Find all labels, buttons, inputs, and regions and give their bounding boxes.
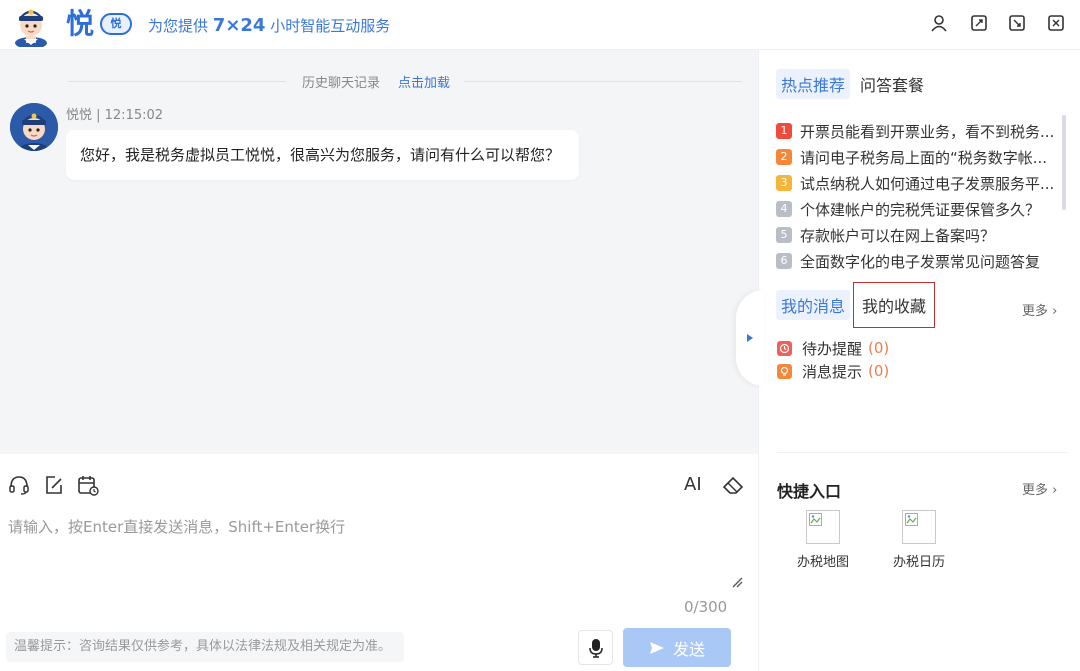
rank-badge: 5 <box>776 227 792 243</box>
minimize-icon[interactable] <box>1006 12 1028 34</box>
tax-map-label: 办税地图 <box>796 555 849 570</box>
ai-button[interactable]: AI <box>684 473 708 497</box>
tax-calendar-label: 办税日历 <box>892 555 945 570</box>
rank-badge: 6 <box>776 253 792 269</box>
hot-item-text: 存款帐户可以在网上备案吗？ <box>800 226 996 245</box>
tab-qa-package[interactable]: 问答套餐 <box>855 69 929 99</box>
tab-my-favorites[interactable]: 我的收藏 <box>853 282 936 328</box>
hot-item-text: 全面数字化的电子发票常见问题答复 <box>800 252 1041 271</box>
eraser-icon[interactable] <box>720 473 744 497</box>
caret-right-icon <box>747 334 753 342</box>
todo-reminder-label: 待办提醒 <box>802 339 863 358</box>
hot-item-text: 个体建帐户的完税凭证要保管多久？ <box>800 200 1041 219</box>
broken-image-icon <box>902 510 936 544</box>
right-sidebar: 热点推荐 问答套餐 1 开票员能看到开票业务，看不到税务... 2 请问电子税务… <box>758 50 1080 671</box>
message-notice-item[interactable]: 消息提示 (0) <box>777 361 889 381</box>
message-meta: 悦悦 | 12:15:02 <box>66 108 164 123</box>
char-counter: 0/300 <box>684 598 728 616</box>
tagline-hours: 7×24 <box>212 15 266 36</box>
list-item[interactable]: 2 请问电子税务局上面的“税务数字帐... <box>776 144 1056 170</box>
tagline: 为您提供 7×24 小时智能互动服务 <box>148 15 390 37</box>
messages-more-link[interactable]: 更多 › <box>1022 300 1057 319</box>
assistant-avatar <box>10 3 52 49</box>
hot-item-text: 试点纳税人如何通过电子发票服务平... <box>800 174 1055 193</box>
quick-entry-title: 快捷入口 <box>777 482 842 501</box>
chat-area: 历史聊天记录 点击加载 悦悦 | 12:15:02 您好，我是税务虚拟员工悦悦，… <box>0 50 758 454</box>
sidebar-collapse-toggle[interactable] <box>736 290 764 386</box>
expand-icon[interactable] <box>968 12 990 34</box>
bulb-icon <box>777 363 792 379</box>
send-label: 发送 <box>672 639 705 659</box>
tab-hot-recommend[interactable]: 热点推荐 <box>776 69 851 99</box>
edit-icon[interactable] <box>42 473 66 497</box>
logo-badge: 悦 <box>100 13 132 35</box>
message-notice-count: (0) <box>868 362 890 380</box>
section-divider <box>777 452 1067 453</box>
tax-map-shortcut[interactable]: 办税地图 <box>793 510 853 570</box>
history-line-left <box>68 81 286 82</box>
message-input[interactable]: 请输入，按Enter直接发送消息，Shift+Enter换行 <box>8 516 345 537</box>
load-history-link[interactable]: 点击加载 <box>398 72 450 91</box>
tagline-suffix: 小时智能互动服务 <box>270 17 391 35</box>
tax-calendar-shortcut[interactable]: 办税日历 <box>889 510 949 570</box>
hot-item-text: 开票员能看到开票业务，看不到税务... <box>800 122 1055 141</box>
rank-badge: 2 <box>776 149 792 165</box>
list-item[interactable]: 3 试点纳税人如何通过电子发票服务平... <box>776 170 1056 196</box>
clock-icon <box>777 340 792 356</box>
headset-icon[interactable] <box>7 473 31 497</box>
message-bubble: 您好，我是税务虚拟员工悦悦，很高兴为您服务，请问有什么可以帮您？ <box>66 130 579 180</box>
rank-badge: 1 <box>776 123 792 139</box>
close-icon[interactable] <box>1045 12 1067 34</box>
user-icon[interactable] <box>928 12 950 34</box>
tab-my-messages[interactable]: 我的消息 <box>776 290 851 320</box>
resize-handle-icon[interactable] <box>731 576 743 588</box>
logo-title: 悦 <box>66 7 95 40</box>
list-item[interactable]: 1 开票员能看到开票业务，看不到税务... <box>776 118 1056 144</box>
todo-reminder-item[interactable]: 待办提醒 (0) <box>777 338 889 358</box>
history-divider: 历史聊天记录 点击加载 <box>0 72 758 92</box>
rank-badge: 3 <box>776 175 792 191</box>
list-item[interactable]: 4 个体建帐户的完税凭证要保管多久？ <box>776 196 1056 222</box>
history-label: 历史聊天记录 <box>302 76 381 91</box>
app-header: 悦 悦 为您提供 7×24 小时智能互动服务 <box>0 0 1080 50</box>
history-line-right <box>464 81 742 82</box>
tagline-prefix: 为您提供 <box>148 17 209 35</box>
rank-badge: 4 <box>776 201 792 217</box>
input-panel: AI 请输入，按Enter直接发送消息，Shift+Enter换行 0/300 … <box>0 454 758 671</box>
list-item[interactable]: 5 存款帐户可以在网上备案吗？ <box>776 222 1056 248</box>
send-button[interactable]: 发送 <box>623 628 731 667</box>
microphone-button[interactable] <box>578 630 613 665</box>
disclaimer-tip: 温馨提示：咨询结果仅供参考，具体以法律法规及相关规定为准。 <box>6 632 404 662</box>
calendar-icon[interactable] <box>76 473 100 497</box>
broken-image-icon <box>806 510 840 544</box>
microphone-icon <box>588 638 603 658</box>
quick-more-link[interactable]: 更多 › <box>1022 479 1057 498</box>
todo-reminder-count: (0) <box>868 339 890 357</box>
more-label: 更多 <box>1022 483 1049 498</box>
hot-list-scrollbar[interactable] <box>1062 115 1066 210</box>
hot-item-text: 请问电子税务局上面的“税务数字帐... <box>800 148 1048 167</box>
message-avatar <box>10 103 58 151</box>
hot-list: 1 开票员能看到开票业务，看不到税务... 2 请问电子税务局上面的“税务数字帐… <box>776 118 1056 274</box>
message-notice-label: 消息提示 <box>802 362 863 381</box>
list-item[interactable]: 6 全面数字化的电子发票常见问题答复 <box>776 248 1056 274</box>
send-icon <box>649 641 664 654</box>
more-label: 更多 <box>1022 304 1049 319</box>
